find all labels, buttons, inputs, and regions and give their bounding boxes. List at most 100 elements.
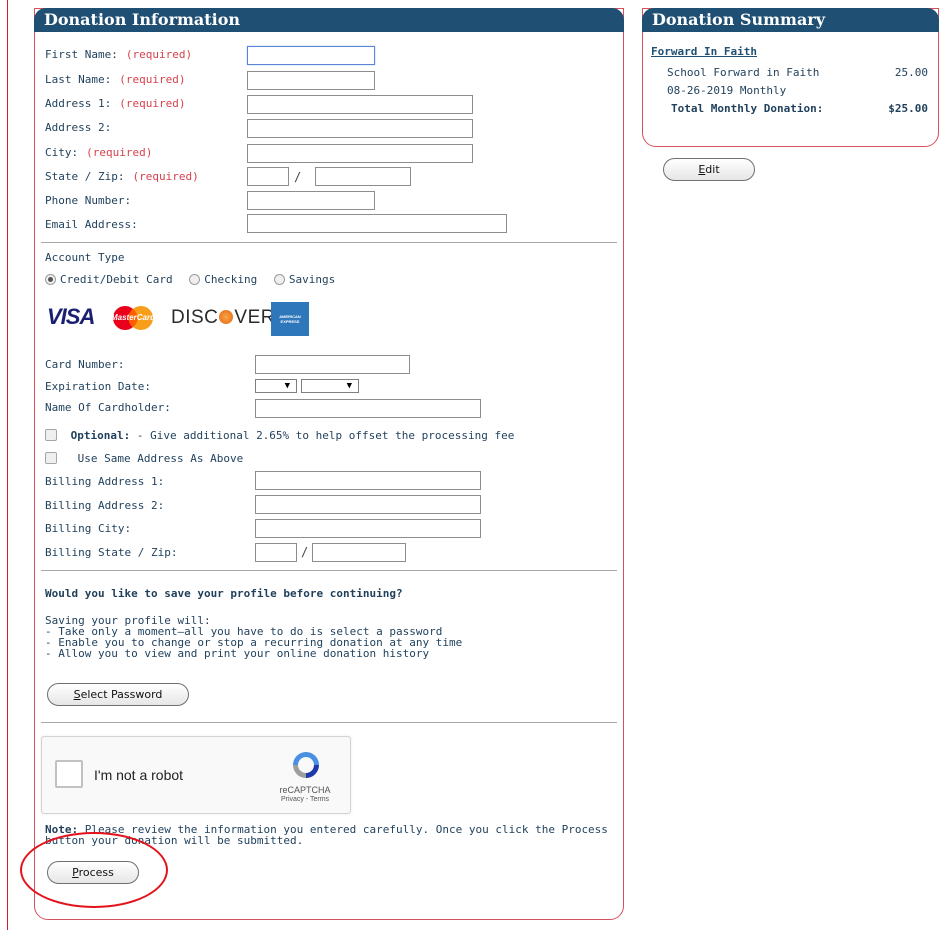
billing-address1-input[interactable] (255, 471, 481, 490)
section-divider (41, 722, 617, 723)
card-logos: VISA MasterCard DISC VER AMERICAN EXPRESS (47, 301, 317, 336)
required-tag: (required) (132, 170, 199, 183)
address2-row: Address 2: (45, 119, 111, 137)
billing-state-zip-row: Billing State / Zip: (45, 544, 177, 562)
select-password-accel: S (73, 688, 81, 701)
discover-logo: DISC VER (171, 307, 275, 329)
billing-state-zip-slash: / (301, 545, 309, 559)
optional-label: Optional: (70, 429, 131, 442)
recaptcha-brand-name: reCAPTCHA (279, 785, 331, 795)
first-name-row: First Name: (required) (45, 46, 192, 64)
cardholder-row: Name Of Cardholder: (45, 399, 171, 417)
billing-city-row: Billing City: (45, 520, 131, 538)
optional-fee-text: - Give additional 2.65% to help offset t… (130, 429, 515, 442)
billing-address2-input[interactable] (255, 495, 481, 514)
phone-input[interactable] (247, 191, 375, 210)
account-type-credit-label: Credit/Debit Card (60, 273, 173, 286)
expiration-label: Expiration Date: (45, 380, 151, 393)
recaptcha-checkbox[interactable] (55, 760, 83, 788)
billing-city-input[interactable] (255, 519, 481, 538)
state-zip-row: State / Zip: (required) (45, 168, 199, 186)
state-input[interactable] (247, 167, 289, 186)
expiration-year-select[interactable]: ▼ (301, 379, 359, 393)
same-address-checkbox[interactable] (45, 452, 57, 464)
required-tag: (required) (119, 97, 186, 110)
radio-icon[interactable] (189, 274, 201, 285)
recaptcha-label: I'm not a robot (94, 767, 184, 783)
email-input[interactable] (247, 214, 507, 233)
last-name-label: Last Name: (45, 73, 112, 86)
address2-label: Address 2: (45, 121, 112, 134)
state-zip-label: State / Zip: (45, 170, 125, 183)
cardholder-input[interactable] (255, 399, 481, 418)
donation-information-panel: Donation Information First Name: (require… (34, 8, 624, 920)
save-profile-list: Saving your profile will: - Take only a … (45, 615, 462, 659)
last-name-input[interactable] (247, 71, 375, 90)
address1-input[interactable] (247, 95, 473, 114)
radio-selected-icon[interactable] (45, 274, 56, 285)
billing-city-label: Billing City: (45, 522, 132, 535)
summary-total-amount: $25.00 (888, 102, 928, 115)
state-zip-slash: / (294, 170, 302, 184)
dropdown-arrow-icon: ▼ (284, 381, 290, 391)
radio-icon[interactable] (273, 274, 285, 285)
dropdown-arrow-icon: ▼ (346, 381, 352, 391)
donation-information-header: Donation Information (34, 8, 624, 32)
select-password-button[interactable]: Select Password (47, 683, 189, 706)
summary-item-amount: 25.00 (894, 66, 928, 79)
recaptcha-privacy-terms[interactable]: Privacy - Terms (270, 795, 340, 805)
cardholder-label: Name Of Cardholder: (45, 401, 171, 414)
recaptcha-brand: reCAPTCHA Privacy - Terms (270, 785, 340, 805)
optional-fee-row: Optional: - Give additional 2.65% to hel… (45, 427, 514, 445)
email-label: Email Address: (45, 218, 138, 231)
required-tag: (required) (119, 73, 186, 86)
account-type-checking[interactable]: Checking (189, 273, 257, 286)
billing-address1-row: Billing Address 1: (45, 473, 164, 491)
billing-address1-label: Billing Address 1: (45, 475, 165, 488)
account-type-credit[interactable]: Credit/Debit Card (45, 273, 173, 286)
city-input[interactable] (247, 144, 473, 163)
save-profile-line: - Allow you to view and print your onlin… (45, 647, 430, 660)
card-number-label: Card Number: (45, 358, 125, 371)
account-type-savings[interactable]: Savings (273, 273, 336, 286)
page-left-rule (7, 0, 8, 930)
phone-row: Phone Number: (45, 192, 131, 210)
summary-total-label: Total Monthly Donation: (671, 102, 824, 115)
discover-orb-icon (219, 310, 234, 324)
save-profile-title: Would you like to save your profile befo… (45, 587, 403, 600)
visa-logo: VISA (47, 304, 95, 329)
account-type-savings-label: Savings (288, 273, 336, 286)
billing-address2-label: Billing Address 2: (45, 499, 165, 512)
select-password-label: elect Password (80, 688, 163, 701)
expiration-row: Expiration Date: (45, 378, 151, 396)
account-type-label: Account Type (45, 251, 125, 264)
account-type-options: Credit/Debit Card Checking Savings (45, 271, 335, 289)
billing-state-input[interactable] (255, 543, 297, 562)
same-address-row: Use Same Address As Above (45, 450, 243, 468)
billing-address2-row: Billing Address 2: (45, 497, 164, 515)
summary-item-label: School Forward in Faith (667, 66, 820, 79)
summary-schedule: 08-26-2019 Monthly (667, 84, 787, 97)
discover-wordmark-a: DISC (171, 307, 219, 328)
address1-row: Address 1: (required) (45, 95, 185, 113)
same-address-label: Use Same Address As Above (77, 452, 244, 465)
fund-link[interactable]: Forward In Faith (651, 45, 757, 58)
edit-button[interactable]: Edit (663, 158, 755, 181)
billing-zip-input[interactable] (312, 543, 406, 562)
section-divider (41, 242, 617, 243)
mastercard-logo: MasterCard (108, 305, 158, 331)
optional-fee-checkbox[interactable] (45, 429, 57, 441)
amex-logo: AMERICAN EXPRESS (271, 302, 309, 336)
zip-input[interactable] (315, 167, 411, 186)
mastercard-wordmark: MasterCard (110, 313, 155, 322)
card-number-input[interactable] (255, 355, 410, 374)
first-name-input[interactable] (247, 46, 375, 65)
expiration-month-select[interactable]: ▼ (255, 379, 297, 393)
first-name-label: First Name: (45, 48, 118, 61)
city-row: City: (required) (45, 144, 152, 162)
phone-label: Phone Number: (45, 194, 132, 207)
discover-wordmark-b: VER (234, 307, 275, 328)
required-tag: (required) (86, 146, 153, 159)
recaptcha-logo-icon (293, 752, 319, 778)
address2-input[interactable] (247, 119, 473, 138)
